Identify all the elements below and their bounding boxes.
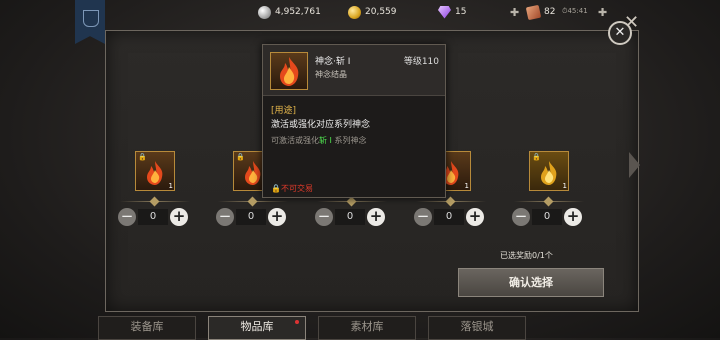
item-name: 神念·斩 Ⅰ (315, 57, 351, 67)
gold-coin-icon (348, 5, 361, 19)
confirm-selection-button[interactable]: 确认选择 (458, 268, 604, 297)
flame-crystal-icon (270, 52, 308, 90)
card-icon (525, 4, 542, 20)
tooltip-header: 神念·斩 Ⅰ 等级110 神念结晶 (263, 45, 445, 96)
flame-crystal-icon (147, 161, 163, 185)
reward-item[interactable]: 🔒1 (135, 151, 175, 191)
quantity-field[interactable]: 0 (532, 209, 562, 225)
usage-heading: [用途] (271, 106, 297, 116)
item-divider (514, 196, 584, 207)
quantity-field[interactable]: 0 (434, 209, 464, 225)
flame-crystal-icon (541, 161, 557, 185)
item-divider (218, 196, 288, 207)
shield-emblem-icon (83, 10, 99, 27)
usage-detail-prefix: 可激活或强化 (271, 136, 319, 145)
diamond-icon (438, 5, 451, 19)
item-quantity: 1 (464, 182, 469, 190)
quantity-stepper: −0 + (512, 207, 582, 227)
add-card-button[interactable]: ✚ (598, 6, 607, 19)
tab-4[interactable]: 落银城 (428, 316, 526, 340)
tab-label: 装备库 (130, 320, 164, 333)
reward-item[interactable]: 🔒1 (529, 151, 569, 191)
tab-2[interactable]: 物品库 (208, 316, 306, 340)
decrease-button[interactable]: − (216, 208, 234, 226)
quantity-stepper: −0 + (118, 207, 188, 227)
gold-resource: 20,559 (348, 4, 397, 20)
add-gem-button[interactable]: ✚ (510, 6, 519, 19)
increase-button[interactable]: + (564, 208, 582, 226)
refresh-timer: ⏱45:41 (562, 7, 588, 15)
lock-icon: 🔒 (532, 153, 541, 161)
usage-description: 激活或强化对应系列神念 (271, 120, 371, 130)
selected-count: 已选奖励0/1个 (500, 251, 553, 260)
silver-coin-icon (258, 5, 271, 19)
gold-amount: 20,559 (365, 7, 397, 17)
guild-banner[interactable] (75, 0, 105, 44)
increase-button[interactable]: + (367, 208, 385, 226)
increase-button[interactable]: + (466, 208, 484, 226)
lock-icon: 🔒 (138, 153, 147, 161)
card-amount: 82 (544, 7, 556, 17)
timer-text: 45:41 (567, 7, 588, 15)
quantity-field[interactable]: 0 (138, 209, 168, 225)
increase-button[interactable]: + (268, 208, 286, 226)
card-resource: 82 (525, 4, 556, 20)
quantity-stepper: −0 + (414, 207, 484, 227)
quantity-field[interactable]: 0 (236, 209, 266, 225)
silver-resource: 4,952,761 (258, 4, 321, 20)
tab-3[interactable]: 素材库 (318, 316, 416, 340)
notification-dot-icon (295, 320, 299, 324)
next-page-arrow-icon[interactable] (629, 152, 640, 178)
gem-amount: 15 (455, 7, 467, 17)
untradeable-label: 🔒不可交易 (271, 184, 313, 193)
tab-label: 素材库 (350, 320, 384, 333)
tab-1[interactable]: 装备库 (98, 316, 196, 340)
item-quantity: 1 (168, 182, 173, 190)
item-level: 等级110 (403, 57, 439, 67)
item-quantity: 1 (562, 182, 567, 190)
usage-detail: 可激活或强化斩 Ⅰ 系列神念 (271, 135, 366, 146)
quantity-field[interactable]: 0 (335, 209, 365, 225)
lock-icon: 🔒 (236, 153, 245, 161)
decrease-button[interactable]: − (118, 208, 136, 226)
usage-detail-highlight: 斩 Ⅰ (319, 136, 332, 145)
untradeable-text: 不可交易 (280, 184, 313, 193)
gem-resource: 15 (438, 4, 466, 20)
silver-amount: 4,952,761 (275, 7, 321, 17)
quantity-stepper: −0 + (315, 207, 385, 227)
item-divider (416, 196, 486, 207)
top-resource-bar: 4,952,761 20,559 15 ✚ 82 ⏱45:41 ✚ ✕ (0, 0, 720, 44)
decrease-button[interactable]: − (512, 208, 530, 226)
tab-label: 物品库 (240, 320, 274, 333)
item-divider (317, 196, 387, 207)
panel-close-button[interactable]: ✕ (608, 21, 632, 45)
item-divider (120, 196, 190, 207)
quantity-stepper: −0 + (216, 207, 286, 227)
item-type: 神念结晶 (315, 70, 347, 79)
usage-detail-suffix: 系列神念 (331, 136, 367, 145)
increase-button[interactable]: + (170, 208, 188, 226)
decrease-button[interactable]: − (315, 208, 333, 226)
tab-label: 落银城 (460, 320, 494, 333)
decrease-button[interactable]: − (414, 208, 432, 226)
item-tooltip: 神念·斩 Ⅰ 等级110 神念结晶 [用途] 激活或强化对应系列神念 可激活或强… (262, 44, 446, 198)
